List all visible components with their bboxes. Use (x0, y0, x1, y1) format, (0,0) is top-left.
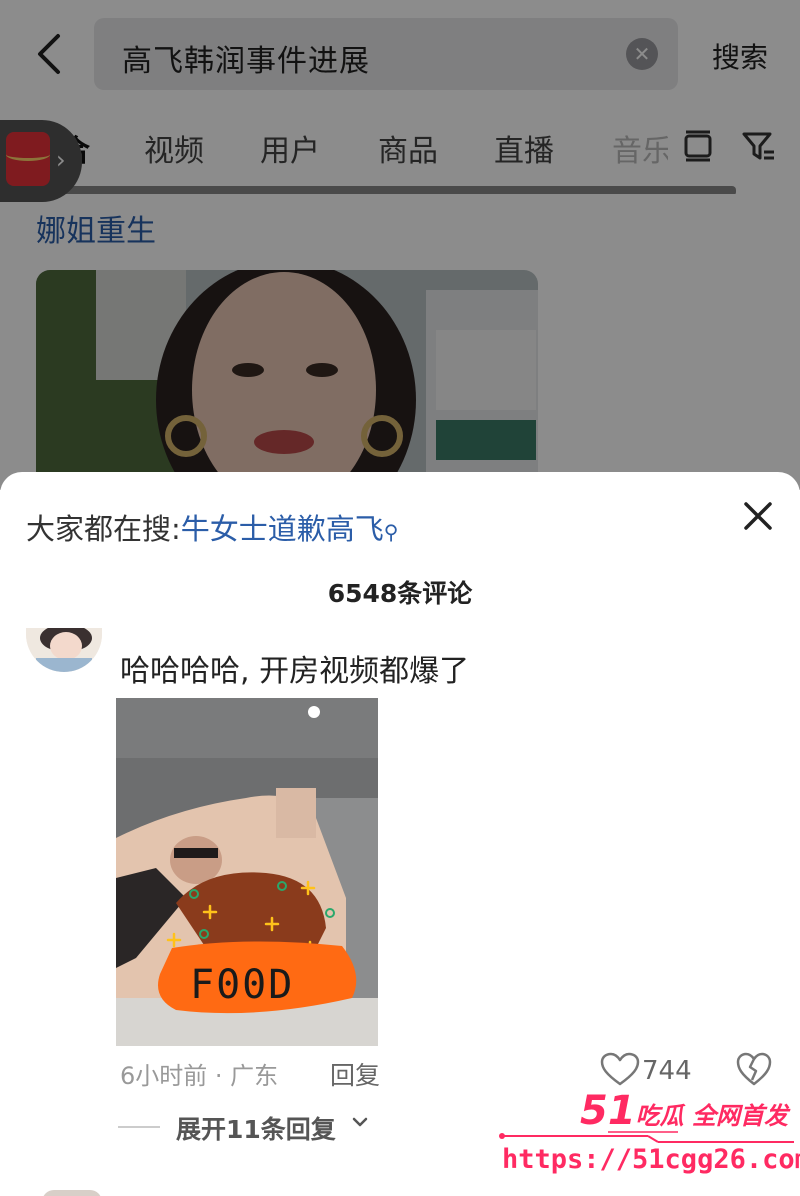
broken-heart-icon (736, 1052, 772, 1086)
reply-button[interactable]: 回复 (330, 1056, 380, 1092)
dislike-button[interactable] (736, 1052, 772, 1088)
like-count: 744 (642, 1056, 692, 1086)
comment-image[interactable]: F00D (116, 698, 378, 1046)
search-icon: ⚲ (383, 520, 399, 544)
trending-search[interactable]: 大家都在搜:牛女士道歉高飞⚲ (26, 506, 398, 548)
close-button[interactable] (738, 496, 778, 536)
comment-text: 哈哈哈哈, 开房视频都爆了 (120, 654, 470, 689)
watermark: 51吃瓜 全网首发 https://51cgg26.com (498, 1084, 800, 1196)
trending-prefix: 大家都在搜: (26, 512, 181, 546)
avatar-image (26, 628, 102, 672)
close-icon (744, 502, 772, 530)
watermark-brand-number: 51 (580, 1088, 636, 1134)
like-button[interactable] (600, 1052, 640, 1088)
watermark-url: https://51cgg26.com (502, 1144, 800, 1175)
meta-separator: · (207, 1062, 231, 1090)
dim-overlay[interactable] (0, 0, 800, 490)
search-results-page: 高飞韩润事件进展 ✕ 搜索 综合 视频 用户 商品 直播 音乐 娜姐重生 (0, 0, 800, 490)
avatar[interactable] (26, 628, 102, 672)
comment-time: 6小时前 (120, 1062, 208, 1090)
watermark-brand: 51吃瓜 全网首发 (580, 1088, 788, 1134)
expand-replies-label: 展开11条回复 (176, 1115, 336, 1144)
trending-topic[interactable]: 牛女士道歉高飞 (181, 512, 384, 546)
comment-location: 广东 (230, 1062, 279, 1090)
comment-count: 6548条评论 (327, 579, 473, 608)
comment-meta: 6小时前 · 广东 (120, 1056, 278, 1091)
watermark-circuit-lines (499, 1131, 794, 1143)
sticker-label: F00D (190, 962, 295, 1008)
chevron-down-icon (352, 1117, 368, 1127)
divider (118, 1126, 160, 1128)
heart-icon (600, 1052, 640, 1086)
next-comment-avatar[interactable] (42, 1190, 102, 1196)
watermark-brand-text: 吃瓜 全网首发 (635, 1102, 789, 1130)
